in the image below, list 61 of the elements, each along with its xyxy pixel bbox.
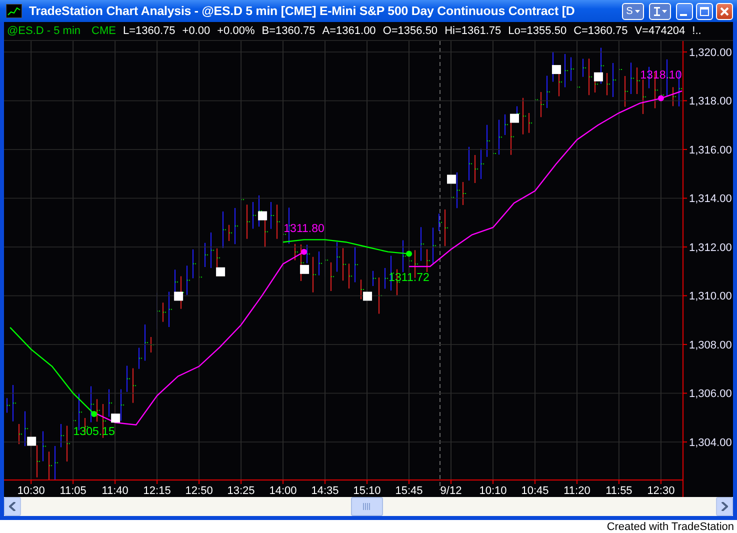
price-tick-label: 1,312.00 bbox=[689, 242, 732, 254]
price-tick-label: 1,320.00 bbox=[689, 46, 732, 59]
caret-icon bbox=[634, 10, 640, 12]
price-tick-label: 1,316.00 bbox=[689, 144, 732, 156]
scroll-left-button[interactable] bbox=[4, 497, 21, 516]
marker-square bbox=[447, 174, 456, 184]
time-tick-label: 10:45 bbox=[521, 485, 549, 497]
time-tick-label: 12:30 bbox=[647, 485, 675, 497]
quote-field: B=1360.75 bbox=[262, 25, 316, 37]
quote-field: O=1356.50 bbox=[382, 25, 438, 37]
exchange-label: CME bbox=[92, 25, 116, 37]
marker-square bbox=[111, 414, 120, 423]
time-tick-label: 11:20 bbox=[564, 485, 590, 497]
minimize-icon bbox=[680, 14, 687, 16]
scrollbar[interactable] bbox=[4, 497, 733, 516]
price-tick-label: 1,314.00 bbox=[689, 193, 732, 206]
quote-field: !.. bbox=[692, 25, 702, 37]
time-tick-label: 10:10 bbox=[479, 485, 507, 497]
time-tick-label: 10:30 bbox=[17, 485, 45, 497]
quote-field: L=1360.75 bbox=[122, 25, 176, 37]
scroll-right-button[interactable] bbox=[716, 497, 733, 516]
time-tick-label: 12:50 bbox=[185, 485, 213, 497]
menu-button[interactable]: S bbox=[622, 2, 644, 20]
footer-credit: Created with TradeStation bbox=[606, 520, 734, 532]
time-tick-label: 14:35 bbox=[311, 485, 339, 497]
maximize-button[interactable] bbox=[696, 2, 713, 20]
time-tick-label: 9/12 bbox=[440, 485, 462, 497]
symbol-label: @ES.D - 5 min bbox=[7, 25, 81, 37]
time-tick-label: 15:10 bbox=[353, 485, 381, 497]
quote-field: C=1360.75 bbox=[574, 25, 628, 37]
maximize-icon bbox=[700, 6, 709, 16]
quote-field: Hi=1361.75 bbox=[444, 25, 502, 37]
cursor-menu-button[interactable] bbox=[649, 2, 671, 20]
time-tick-label: 15:45 bbox=[395, 485, 423, 497]
time-tick-label: 11:05 bbox=[60, 485, 86, 497]
chart-icon bbox=[6, 4, 22, 18]
time-tick-label: 13:25 bbox=[227, 485, 255, 497]
time-tick-label: 14:00 bbox=[269, 485, 297, 497]
scroll-thumb[interactable] bbox=[350, 497, 382, 516]
marker-square bbox=[363, 292, 372, 301]
close-button[interactable] bbox=[716, 2, 733, 20]
quote-field: A=1361.00 bbox=[322, 25, 376, 37]
quote-field: Lo=1355.50 bbox=[508, 25, 567, 37]
time-tick-label: 11:55 bbox=[606, 485, 632, 497]
quote-field: +0.00 bbox=[182, 25, 210, 37]
cursor-icon bbox=[654, 6, 660, 16]
price-tick-label: 1,318.00 bbox=[689, 96, 732, 108]
quote-field: V=474204 bbox=[634, 25, 686, 37]
grip-icon bbox=[362, 503, 370, 510]
price-tick-label: 1,308.00 bbox=[689, 339, 732, 352]
close-icon bbox=[720, 6, 729, 16]
price-tick-label: 1,304.00 bbox=[689, 436, 732, 449]
minimize-button[interactable] bbox=[676, 2, 693, 20]
time-tick-label: 12:15 bbox=[143, 485, 171, 497]
marker-square bbox=[174, 292, 184, 301]
price-tick-label: 1,306.00 bbox=[689, 388, 732, 400]
quote-field: +0.00% bbox=[217, 25, 255, 37]
caret-icon bbox=[662, 10, 666, 12]
time-tick-label: 11:40 bbox=[102, 485, 128, 497]
price-tick-label: 1,310.00 bbox=[689, 290, 732, 303]
window-title: TradeStation Chart Analysis - @ES.D 5 min [CME] E-Mini S&P 500 Day Continuous Contract [D bbox=[29, 4, 576, 18]
